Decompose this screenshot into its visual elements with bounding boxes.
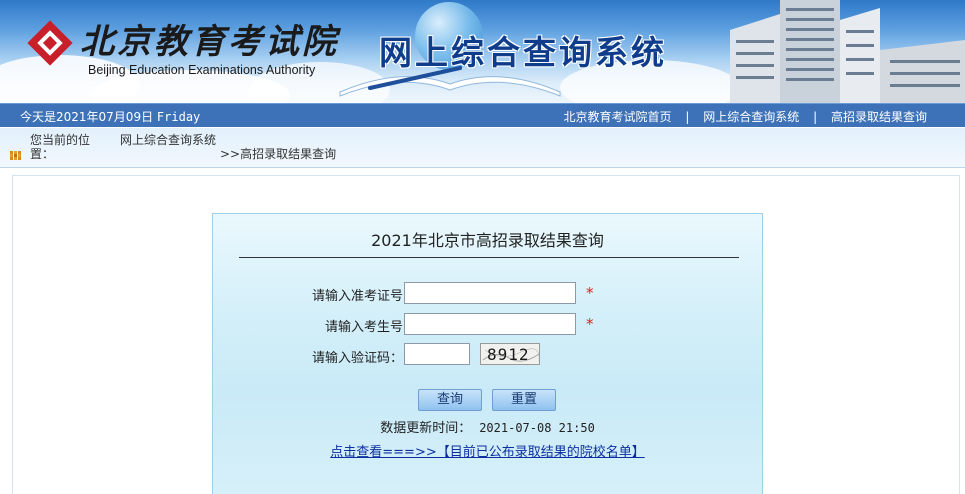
nav-link-admission-query[interactable]: 高招录取结果查询	[831, 110, 927, 124]
org-name-en: Beijing Education Examinations Authority	[88, 63, 316, 77]
org-name-cn: 北京教育考试院	[80, 22, 339, 62]
candidate-number-input[interactable]	[404, 313, 576, 335]
candidate-number-label: 请输入考生号	[324, 320, 403, 335]
breadcrumb: 您当前的位置： 网上综合查询系统 >>高招录取结果查询	[0, 128, 965, 168]
reset-button[interactable]: 重置	[492, 389, 556, 411]
update-time-label: 数据更新时间：	[380, 421, 472, 436]
nav-separator: |	[813, 110, 818, 124]
nav-separator: |	[685, 110, 690, 124]
breadcrumb-item-query-system: 网上综合查询系统	[120, 133, 217, 147]
top-nav-bar: 今天是2021年07月09日 Friday 北京教育考试院首页 | 网上综合查询…	[0, 103, 965, 127]
breadcrumb-label: 您当前的位置：	[30, 133, 91, 161]
update-time-row: 数据更新时间： 2021-07-08 21:50	[213, 417, 762, 436]
logo-icon	[27, 20, 73, 66]
required-mark: *	[586, 315, 594, 333]
nav-link-query-system[interactable]: 网上综合查询系统	[703, 110, 799, 124]
header-banner: 北京教育考试院 Beijing Education Examinations A…	[0, 0, 965, 103]
published-list-row: 点击查看===>>【目前已公布录取结果的院校名单】	[213, 441, 762, 460]
published-schools-link[interactable]: 点击查看===>>【目前已公布录取结果的院校名单】	[330, 445, 644, 460]
exam-number-input[interactable]	[404, 282, 576, 304]
captcha-code: 8912	[487, 345, 530, 364]
exam-number-label: 请输入准考证号	[311, 289, 403, 304]
grid-bullet-icon	[10, 151, 21, 160]
building-image	[730, 0, 965, 103]
captcha-label: 请输入验证码：	[311, 351, 403, 366]
captcha-image[interactable]: 8912	[480, 343, 540, 365]
query-panel: 2021年北京市高招录取结果查询 请输入准考证号 * 请输入考生号 * 请输入验…	[212, 213, 763, 494]
update-time-value: 2021-07-08 21:50	[479, 421, 595, 435]
breadcrumb-item-admission-query: >>高招录取结果查询	[220, 147, 337, 161]
captcha-input[interactable]	[404, 343, 470, 365]
current-date: 今天是2021年07月09日 Friday	[20, 108, 200, 125]
weekday-text: Friday	[156, 110, 201, 124]
nav-links: 北京教育考试院首页 | 网上综合查询系统 | 高招录取结果查询	[564, 108, 927, 125]
nav-link-home[interactable]: 北京教育考试院首页	[564, 110, 672, 124]
system-title: 网上综合查询系统	[379, 33, 667, 72]
title-divider	[239, 257, 739, 258]
panel-title: 2021年北京市高招录取结果查询	[371, 231, 604, 250]
query-button[interactable]: 查询	[418, 389, 482, 411]
required-mark: *	[586, 284, 594, 302]
date-text: 今天是2021年07月09日	[20, 110, 154, 124]
